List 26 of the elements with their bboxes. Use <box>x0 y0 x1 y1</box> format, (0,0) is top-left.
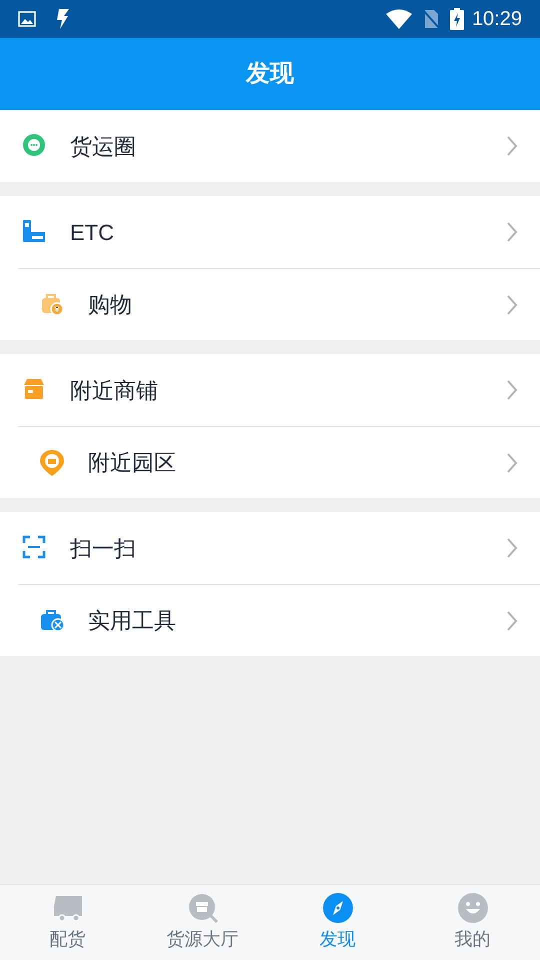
menu-row[interactable]: 附近商铺 <box>0 354 540 426</box>
chevron-right-icon <box>506 379 518 401</box>
nav-tab[interactable]: 我的 <box>405 885 540 960</box>
chevron-right-icon <box>506 610 518 632</box>
chevron-right-icon <box>506 452 518 474</box>
menu-row[interactable]: 实用工具 <box>18 584 540 656</box>
menu-row[interactable]: 附近园区 <box>18 426 540 498</box>
menu-row[interactable]: 扫一扫 <box>0 512 540 584</box>
compass-icon <box>320 892 354 924</box>
map-pin-icon <box>39 448 65 476</box>
nav-tab[interactable]: 货源大厅 <box>135 885 270 960</box>
menu-row[interactable]: 货运圈 <box>0 110 540 182</box>
smiley-face-icon <box>456 892 490 924</box>
nav-tab[interactable]: 配货 <box>0 885 135 960</box>
menu-row[interactable]: 购物 <box>18 268 540 340</box>
page-title: 发现 <box>246 59 294 89</box>
menu-row[interactable]: ETC <box>0 196 540 268</box>
chevron-right-icon <box>506 135 518 157</box>
image-icon <box>18 10 36 28</box>
bolt-icon <box>54 8 70 30</box>
status-time: 10:29 <box>472 7 522 32</box>
wifi-icon <box>386 9 412 29</box>
chevron-right-icon <box>506 294 518 316</box>
battery-icon <box>450 8 464 30</box>
chevron-right-icon <box>506 537 518 559</box>
chevron-right-icon <box>506 221 518 243</box>
